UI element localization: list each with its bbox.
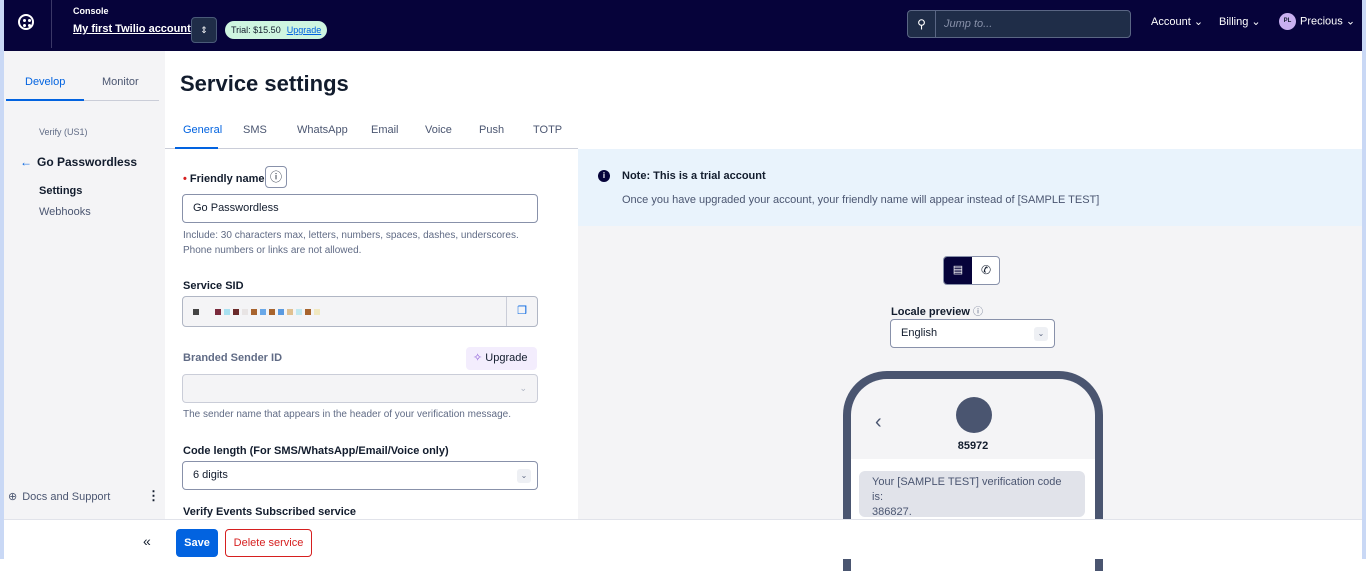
tab-push[interactable]: Push (479, 124, 504, 136)
account-name-link[interactable]: My first Twilio account (73, 23, 191, 35)
docs-support-link[interactable]: ⊕ Docs and Support (8, 490, 110, 503)
upgrade-link[interactable]: Upgrade (287, 25, 322, 35)
page-title: Service settings (180, 71, 349, 96)
branded-sender-upgrade-button[interactable]: ✧ Upgrade (466, 347, 537, 370)
redacted-sid (193, 309, 320, 315)
tab-whatsapp[interactable]: WhatsApp (297, 124, 348, 136)
preview-panel: i Note: This is a trial account Once you… (578, 149, 1366, 571)
code-length-label: Code length (For SMS/WhatsApp/Email/Voic… (183, 445, 449, 457)
tab-totp[interactable]: TOTP (533, 124, 562, 136)
tab-general[interactable]: General (183, 124, 222, 136)
divider (51, 0, 52, 48)
phone-icon[interactable]: ✆ (972, 257, 999, 284)
trial-badge: Trial: $15.50 Upgrade (225, 21, 328, 39)
note-text: Once you have upgraded your account, you… (622, 194, 1100, 206)
arrow-left-icon: ← (20, 155, 32, 169)
sidebar-item-webhooks[interactable]: Webhooks (39, 206, 91, 218)
events-label: Verify Events Subscribed service (183, 506, 357, 518)
support-icon: ⊕ (8, 491, 18, 503)
chevron-down-icon: ⌄ (1193, 16, 1204, 28)
tab-sms[interactable]: SMS (243, 124, 267, 136)
search-icon: ⚲ (908, 11, 936, 37)
info-icon: i (598, 170, 610, 182)
sidebar-item-settings[interactable]: Settings (39, 185, 82, 197)
user-menu[interactable]: PL Precious ⌄ (1279, 13, 1355, 30)
user-name: Precious (1300, 15, 1343, 28)
chevron-down-icon: ⌄ (1345, 15, 1356, 28)
trial-balance: Trial: $15.50 (231, 25, 281, 35)
channel-toggle: ▤ ✆ (943, 256, 1000, 285)
trial-note: i Note: This is a trial account Once you… (578, 149, 1362, 226)
window-edge (1362, 0, 1366, 559)
avatar: PL (1279, 13, 1296, 30)
info-icon: ⓘ (972, 307, 983, 318)
account-menu-label: Account (1151, 16, 1191, 28)
sparkle-icon: ✧ (473, 352, 483, 364)
tab-voice[interactable]: Voice (425, 124, 452, 136)
active-tab-indicator (175, 147, 218, 149)
account-menu[interactable]: Account ⌄ (1151, 15, 1203, 28)
top-bar: Console My first Twilio account ⇕ Trial:… (0, 0, 1366, 51)
branded-sender-help: The sender name that appears in the head… (183, 409, 511, 420)
billing-menu-label: Billing (1219, 16, 1249, 28)
billing-menu[interactable]: Billing ⌄ (1219, 15, 1261, 28)
service-sid-field: ❐ (182, 296, 538, 327)
branded-sender-label: Branded Sender ID (183, 352, 283, 364)
sms-line-1: Your [SAMPLE TEST] verification code is: (872, 476, 1062, 503)
message-icon[interactable]: ▤ (944, 257, 972, 284)
copy-icon[interactable]: ❐ (506, 297, 537, 326)
chevron-up-down-icon: ⇕ (200, 25, 208, 35)
sms-bubble: Your [SAMPLE TEST] verification code is:… (859, 471, 1085, 518)
account-switcher-button[interactable]: ⇕ (191, 17, 217, 43)
docs-support-label: Docs and Support (22, 491, 111, 503)
more-options-icon[interactable]: ⋮ (147, 488, 160, 504)
chevron-down-icon: ⌄ (517, 469, 531, 483)
service-sid-label: Service SID (183, 280, 244, 292)
save-button[interactable]: Save (176, 529, 218, 557)
chevron-down-icon: ⌄ (519, 383, 527, 393)
sidebar: Develop Monitor Verify (US1) ← Go Passwor… (4, 51, 165, 559)
twilio-logo-icon[interactable] (18, 14, 34, 30)
tab-bar: General SMS WhatsApp Email Voice Push TO… (165, 110, 578, 149)
search-input[interactable]: Jump to... (936, 11, 992, 37)
section-label: Verify (US1) (39, 127, 88, 137)
friendly-name-help: Phone numbers or links are not allowed. (183, 245, 362, 256)
jump-search[interactable]: ⚲ Jump to... (907, 10, 1131, 38)
branded-sender-select: ⌄ (182, 374, 538, 403)
back-to-service[interactable]: ← Go Passwordless (20, 155, 137, 169)
tab-email[interactable]: Email (371, 124, 399, 136)
sender-number: 85972 (957, 440, 989, 452)
locale-select[interactable]: English ⌄ (890, 319, 1055, 348)
service-name: Go Passwordless (37, 155, 138, 169)
contact-avatar (956, 397, 992, 433)
locale-label: Locale preview ⓘ (891, 306, 983, 318)
chevron-down-icon: ⌄ (1251, 16, 1261, 28)
console-label: Console (73, 6, 109, 16)
sms-code: 386827. (872, 506, 912, 518)
active-tab-indicator (6, 99, 84, 101)
back-chevron-icon: ‹ (875, 411, 882, 433)
action-bar: « Save Delete service (0, 519, 1366, 559)
friendly-name-label: • Friendly name (183, 173, 265, 185)
sidebar-tab-monitor[interactable]: Monitor (102, 76, 139, 88)
code-length-select[interactable]: 6 digits ⌄ (182, 461, 538, 490)
chevron-down-icon: ⌄ (1034, 327, 1048, 341)
window-edge (0, 0, 4, 559)
note-title: Note: This is a trial account (622, 170, 766, 182)
friendly-name-input[interactable]: Go Passwordless (182, 194, 538, 223)
delete-service-button[interactable]: Delete service (225, 529, 312, 557)
info-icon[interactable]: ⓘ (265, 166, 287, 188)
collapse-sidebar-icon[interactable]: « (143, 533, 151, 549)
friendly-name-help: Include: 30 characters max, letters, num… (183, 230, 519, 241)
sidebar-tab-develop[interactable]: Develop (25, 76, 65, 88)
